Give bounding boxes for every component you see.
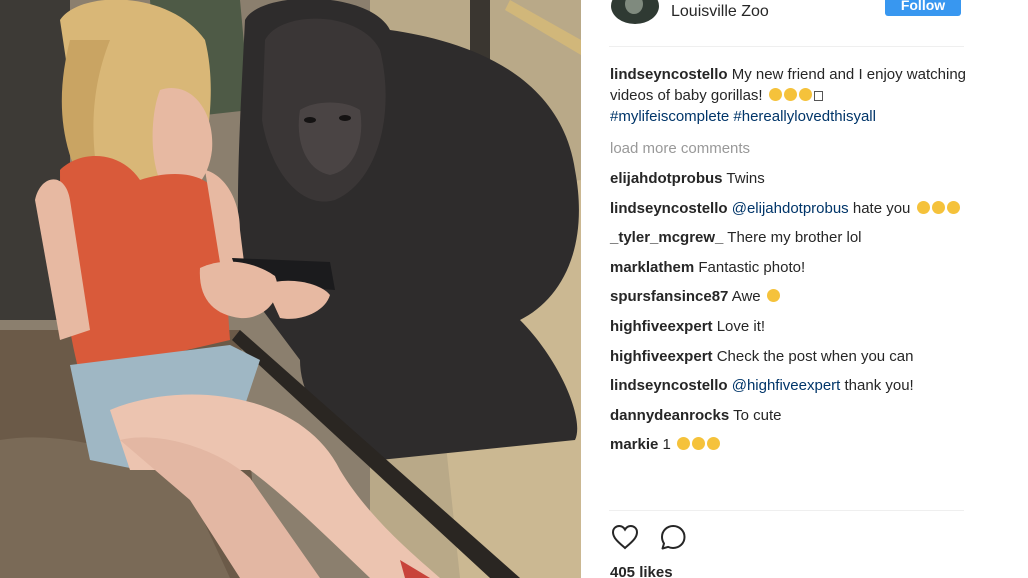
comment-username[interactable]: marklathem: [610, 259, 694, 276]
emoji-icon: [768, 88, 782, 101]
comment-text: Fantastic photo!: [694, 258, 806, 276]
emoji-icon: [916, 200, 930, 214]
comment-text: Check the post when you can: [712, 347, 914, 365]
emoji-icon: [677, 437, 691, 451]
comment-item: lindseyncostello @highfiveexpert thank y…: [610, 375, 970, 396]
gorilla-photo-illustration: [0, 0, 581, 578]
instagram-post-panel: Louisville Zoo Follow lindseyncostello M…: [581, 0, 1028, 578]
comment-item: marklathem Fantastic photo!: [610, 257, 970, 278]
comment-item: lindseyncostello @elijahdotprobus hate y…: [610, 198, 970, 219]
emoji-icon: [946, 200, 960, 214]
comment-text: To cute: [729, 406, 782, 424]
comment-item: highfiveexpert Love it!: [610, 316, 970, 337]
comment-item: elijahdotprobus Twins: [610, 168, 970, 189]
comment-username[interactable]: lindseyncostello: [610, 377, 728, 394]
post-location[interactable]: Louisville Zoo: [671, 3, 769, 21]
header-divider: [609, 46, 964, 47]
comment-item: _tyler_mcgrew_ There my brother lol: [610, 227, 970, 248]
hashtag-link[interactable]: #mylifeiscomplete: [610, 108, 729, 125]
caption-username[interactable]: lindseyncostello: [610, 66, 728, 83]
comment-username[interactable]: _tyler_mcgrew_: [610, 229, 723, 246]
emoji-icon: [798, 88, 812, 101]
comment-text: There my brother lol: [723, 229, 862, 247]
load-more-comments-link[interactable]: load more comments: [610, 140, 750, 157]
comment-username[interactable]: highfiveexpert: [610, 318, 713, 335]
actions-divider: [609, 510, 964, 511]
comment-item: dannydeanrocks To cute: [610, 405, 970, 426]
comment-username[interactable]: dannydeanrocks: [610, 407, 729, 424]
emoji-icon: [766, 289, 780, 303]
comment-text: Twins: [722, 170, 765, 187]
avatar[interactable]: [611, 0, 659, 24]
emoji-icon: [692, 437, 706, 451]
post-caption: lindseyncostello My new friend and I enj…: [610, 64, 970, 127]
comment-username[interactable]: spursfansince87: [610, 288, 728, 305]
emoji-icon: [707, 437, 721, 451]
comment-mention[interactable]: @highfiveexpert: [732, 377, 841, 394]
hashtag-link[interactable]: #hereallylovedthisyall: [733, 108, 876, 125]
comment-username[interactable]: markie: [610, 436, 658, 453]
likes-count[interactable]: 405 likes: [610, 564, 673, 578]
emoji-icon: [931, 200, 945, 214]
follow-button[interactable]: Follow: [885, 0, 961, 16]
comment-text: 1: [658, 436, 676, 454]
comment-text: Awe: [728, 288, 765, 306]
comment-text: hate you: [848, 199, 915, 217]
comment-text: Love it!: [712, 317, 766, 335]
comment-mention[interactable]: @elijahdotprobus: [732, 200, 849, 217]
heart-icon[interactable]: [610, 522, 640, 552]
comment-list: elijahdotprobus Twins lindseyncostello @…: [610, 168, 970, 464]
post-photo[interactable]: [0, 0, 581, 578]
comment-username[interactable]: highfiveexpert: [610, 348, 713, 365]
comment-icon[interactable]: [658, 522, 688, 552]
comment-item: markie 1: [610, 434, 970, 455]
comment-item: highfiveexpert Check the post when you c…: [610, 346, 970, 367]
comment-text: thank you!: [840, 377, 914, 395]
comment-username[interactable]: lindseyncostello: [610, 200, 728, 217]
missing-glyph-icon: [813, 91, 823, 101]
comment-item: spursfansince87 Awe: [610, 286, 970, 307]
comment-username[interactable]: elijahdotprobus: [610, 170, 723, 187]
emoji-icon: [783, 88, 797, 101]
post-header: Louisville Zoo Follow: [581, 0, 1028, 46]
